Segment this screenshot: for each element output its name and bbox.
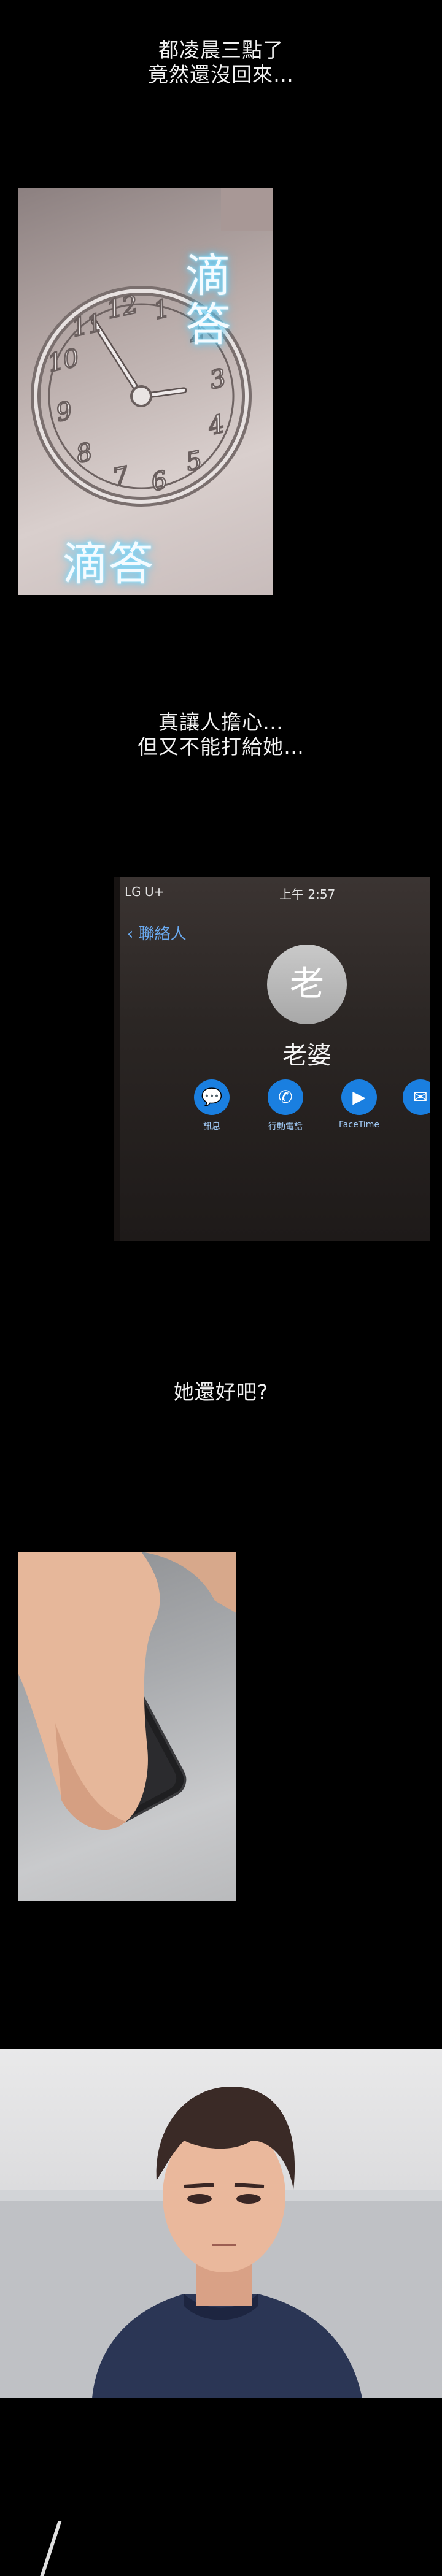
facetime-icon: ▶ <box>341 1079 377 1115</box>
avatar: 老 <box>267 945 347 1024</box>
back-to-contacts-link[interactable]: ‹ 聯絡人 <box>127 921 187 944</box>
numeral-5: 5 <box>184 446 204 477</box>
sfx-tick-bottom: 滴答 <box>63 538 153 591</box>
clock-icon: 12 1 2 3 4 5 6 7 8 9 10 11 <box>31 286 252 507</box>
numeral-11: 11 <box>69 309 105 343</box>
call-button[interactable]: ✆ 行動電話 <box>252 1079 319 1132</box>
chevron-left-icon: ‹ <box>127 925 139 943</box>
phone-panel: LG U+ 上午 2:57 ‹ 聯絡人 老 老婆 💬 訊息 ✆ 行動電話 ▶ F… <box>114 877 430 1241</box>
call-label: 行動電話 <box>268 1122 303 1132</box>
caption-2-line-1: 真讓人擔心… <box>158 710 284 734</box>
numeral-10: 10 <box>45 343 82 378</box>
numeral-7: 7 <box>110 462 131 493</box>
man-panel <box>0 2049 442 2398</box>
carrier-label: LG U+ <box>125 884 165 899</box>
caption-1-line-1: 都凌晨三點了 <box>158 38 284 62</box>
caption-1-line-2: 竟然還沒回來… <box>148 63 294 86</box>
caption-1: 都凌晨三點了 竟然還沒回來… <box>0 38 442 87</box>
numeral-12: 12 <box>104 290 141 324</box>
contact-name: 老婆 <box>282 1041 332 1070</box>
mail-button[interactable]: ✉ <box>387 1079 430 1120</box>
numeral-3: 3 <box>207 364 228 394</box>
message-label: 訊息 <box>203 1122 220 1132</box>
caption-3-line-1: 她還好吧? <box>173 1380 269 1404</box>
remote-panel <box>18 1552 236 1901</box>
numeral-4: 4 <box>205 410 227 440</box>
facetime-button[interactable]: ▶ FaceTime <box>325 1079 393 1130</box>
remote-control-icon <box>18 1552 236 1830</box>
next-panel-edge <box>40 2521 99 2576</box>
clock-panel: 12 1 2 3 4 5 6 7 8 9 10 11 滴答 滴答 <box>18 188 273 595</box>
caption-3: 她還好吧? <box>0 1380 442 1405</box>
numeral-6: 6 <box>149 466 169 497</box>
numeral-9: 9 <box>53 396 74 427</box>
phone-icon: ✆ <box>268 1079 303 1115</box>
mail-icon: ✉ <box>403 1079 430 1115</box>
man-portrait <box>0 2086 442 2398</box>
status-time: 上午 2:57 <box>279 887 336 902</box>
webtoon-page: 都凌晨三點了 竟然還沒回來… 12 1 2 3 4 5 6 7 8 9 10 1… <box>0 0 442 2576</box>
status-bar: LG U+ 上午 2:57 <box>114 883 430 902</box>
sfx-tick-top: 滴答 <box>185 250 231 351</box>
phone-edge <box>114 877 120 1241</box>
back-link-label: 聯絡人 <box>138 925 187 943</box>
numeral-8: 8 <box>74 438 95 469</box>
facetime-label: FaceTime <box>339 1120 379 1130</box>
message-icon: 💬 <box>194 1079 230 1115</box>
caption-2: 真讓人擔心… 但又不能打給她… <box>0 710 442 759</box>
caption-2-line-2: 但又不能打給她… <box>138 735 304 759</box>
message-button[interactable]: 💬 訊息 <box>178 1079 246 1132</box>
